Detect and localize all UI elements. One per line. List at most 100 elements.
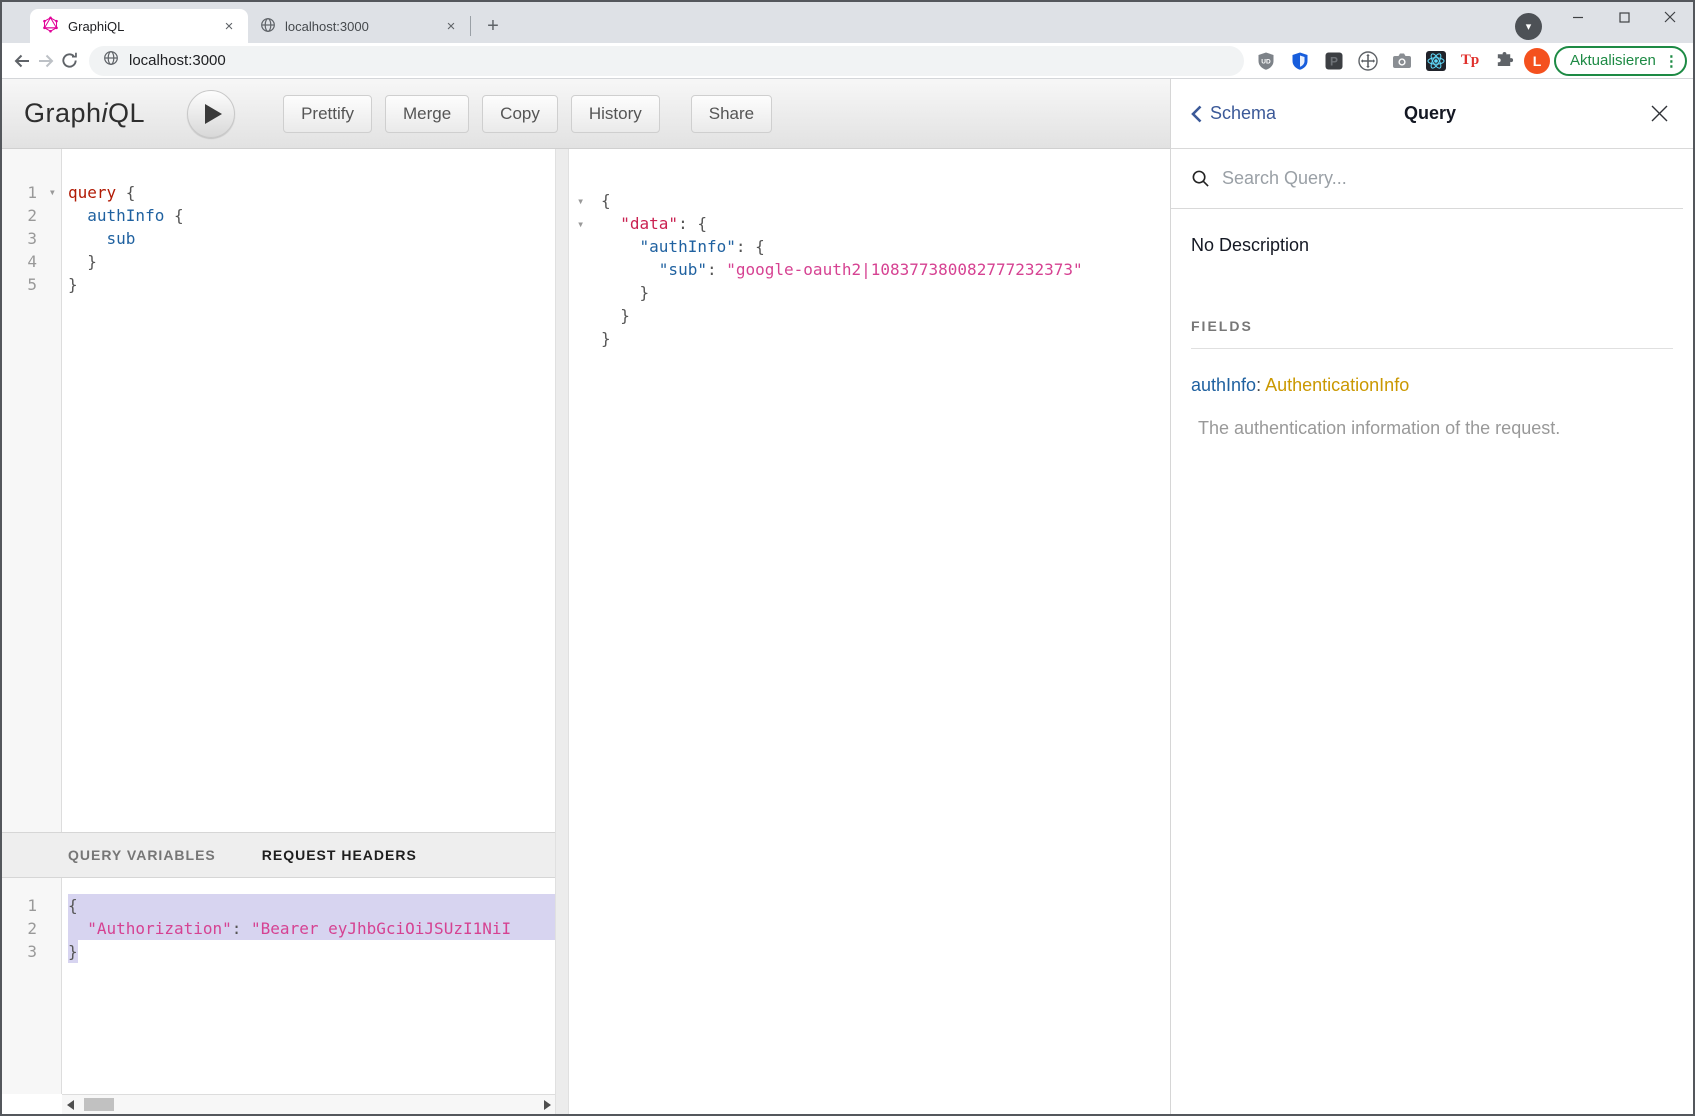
ublock-shield-icon[interactable]: UD	[1254, 49, 1278, 73]
query-editor-code[interactable]: query { authInfo { sub }}	[62, 149, 555, 832]
code-line: }	[68, 940, 555, 963]
history-button[interactable]: History	[571, 95, 660, 133]
close-window-button[interactable]	[1647, 2, 1693, 32]
tab-divider	[470, 16, 471, 36]
tab-title: GraphiQL	[68, 19, 220, 34]
execute-query-button[interactable]	[187, 90, 235, 138]
tab-strip: GraphiQL × localhost:3000 × + ▾	[2, 2, 1693, 43]
address-bar[interactable]: localhost:3000	[89, 46, 1244, 76]
svg-text:UD: UD	[1261, 58, 1271, 65]
doc-explorer-content: No Description FIELDS authInfo: Authenti…	[1171, 209, 1693, 439]
scroll-left-icon[interactable]	[62, 1097, 78, 1113]
result-json: ▾{▾ "data": { "authInfo": { "sub": "goog…	[569, 149, 1170, 350]
chevron-left-icon	[1191, 105, 1202, 123]
tampermonkey-icon[interactable]: Tp	[1458, 49, 1482, 73]
graphiql-main: GraphiQL Prettify Merge Copy History Sha…	[2, 79, 1170, 1114]
extension-icons: UD P Tp	[1254, 49, 1516, 73]
browser-toolbar: localhost:3000 UD P Tp	[2, 43, 1693, 79]
code-line: }	[601, 304, 1160, 327]
fold-caret-icon[interactable]: ▾	[577, 190, 584, 213]
back-icon[interactable]	[12, 47, 32, 75]
browser-window: GraphiQL × localhost:3000 × + ▾	[0, 0, 1695, 1116]
merge-button[interactable]: Merge	[385, 95, 469, 133]
forward-icon[interactable]	[36, 47, 56, 75]
minimize-button[interactable]	[1555, 2, 1601, 32]
prettify-button[interactable]: Prettify	[283, 95, 372, 133]
move-tool-icon[interactable]	[1356, 49, 1380, 73]
doc-explorer-title: Query	[1341, 103, 1519, 124]
code-line: "authInfo": {	[601, 235, 1160, 258]
code-line: ▾ "data": {	[601, 212, 1160, 235]
update-browser-button[interactable]: Aktualisieren ⋮	[1554, 46, 1687, 76]
code-line: sub	[68, 227, 555, 250]
code-line: {	[68, 894, 555, 917]
tab-request-headers[interactable]: REQUEST HEADERS	[262, 847, 417, 863]
field-description: The authentication information of the re…	[1191, 418, 1673, 439]
doc-search-input[interactable]	[1222, 168, 1683, 189]
tab-graphiql[interactable]: GraphiQL ×	[30, 9, 248, 43]
camera-icon[interactable]	[1390, 49, 1414, 73]
tab-close-icon[interactable]: ×	[442, 17, 460, 35]
search-icon	[1191, 169, 1210, 188]
fields-heading: FIELDS	[1191, 318, 1673, 349]
code-line: authInfo {	[68, 204, 555, 227]
new-tab-button[interactable]: +	[479, 12, 507, 40]
graphiql-app: GraphiQL Prettify Merge Copy History Sha…	[2, 79, 1693, 1114]
query-column: 1▾2345 query { authInfo { sub }} QUERY V…	[2, 149, 555, 1114]
fold-caret-icon[interactable]: ▾	[577, 213, 584, 236]
globe-icon	[103, 50, 119, 71]
tab-title: localhost:3000	[285, 19, 442, 34]
postman-icon[interactable]: P	[1322, 49, 1346, 73]
type-name-link[interactable]: AuthenticationInfo	[1265, 375, 1409, 395]
horizontal-scrollbar[interactable]	[62, 1094, 555, 1114]
query-editor[interactable]: 1▾2345 query { authInfo { sub }}	[2, 149, 555, 832]
type-description: No Description	[1191, 235, 1673, 256]
query-editor-gutter: 1▾2345	[2, 149, 62, 832]
secondary-editor-tabs: QUERY VARIABLES REQUEST HEADERS	[2, 832, 555, 878]
play-icon	[205, 104, 222, 124]
code-line: query {	[68, 181, 555, 204]
url-text: localhost:3000	[129, 52, 226, 69]
bitwarden-shield-icon[interactable]	[1288, 49, 1312, 73]
code-line: "sub": "google-oauth2|108377380082777232…	[601, 258, 1160, 281]
browser-menu-icon[interactable]: ⋮	[1664, 52, 1679, 70]
code-line: }	[68, 250, 555, 273]
code-line: "Authorization": "Bearer eyJhbGciOiJSUzI…	[68, 917, 555, 940]
result-pane: ▾{▾ "data": { "authInfo": { "sub": "goog…	[569, 149, 1170, 1114]
doc-search-row	[1171, 149, 1683, 209]
react-devtools-icon[interactable]	[1424, 49, 1448, 73]
doc-explorer-header: Schema Query	[1171, 79, 1693, 149]
code-line: }	[601, 327, 1160, 350]
headers-editor-gutter: 123	[2, 878, 62, 1094]
tab-localhost[interactable]: localhost:3000 ×	[248, 9, 470, 43]
globe-icon	[260, 17, 276, 36]
field-row: authInfo: AuthenticationInfo	[1191, 375, 1673, 396]
doc-close-button[interactable]	[1519, 104, 1669, 123]
svg-text:P: P	[1330, 54, 1338, 68]
reload-icon[interactable]	[60, 47, 79, 75]
scrollbar-thumb[interactable]	[84, 1098, 114, 1111]
profile-avatar[interactable]: L	[1524, 48, 1550, 74]
code-line: ▾{	[601, 189, 1160, 212]
tab-query-variables[interactable]: QUERY VARIABLES	[68, 847, 216, 863]
request-headers-editor[interactable]: 123 { "Authorization": "Bearer eyJhbGciO…	[2, 878, 555, 1094]
scrollbar-track[interactable]	[78, 1095, 539, 1114]
graphiql-topbar: GraphiQL Prettify Merge Copy History Sha…	[2, 79, 1170, 149]
editor-drag-bar[interactable]	[555, 149, 569, 1114]
graphql-logo-icon	[42, 16, 59, 36]
window-controls	[1555, 2, 1693, 32]
graphiql-logo: GraphiQL	[24, 98, 145, 129]
maximize-button[interactable]	[1601, 2, 1647, 32]
extensions-puzzle-icon[interactable]	[1492, 49, 1516, 73]
chrome-flag-button[interactable]: ▾	[1515, 13, 1542, 40]
close-icon	[1650, 104, 1669, 123]
copy-button[interactable]: Copy	[482, 95, 558, 133]
headers-editor-code[interactable]: { "Authorization": "Bearer eyJhbGciOiJSU…	[62, 878, 555, 1094]
code-line: }	[601, 281, 1160, 304]
field-name-link[interactable]: authInfo	[1191, 375, 1256, 395]
scroll-right-icon[interactable]	[539, 1097, 555, 1113]
tab-close-icon[interactable]: ×	[220, 17, 238, 35]
doc-explorer: Schema Query No Description FIELDS authI…	[1170, 79, 1693, 1114]
doc-back-link[interactable]: Schema	[1191, 103, 1341, 124]
share-button[interactable]: Share	[691, 95, 772, 133]
